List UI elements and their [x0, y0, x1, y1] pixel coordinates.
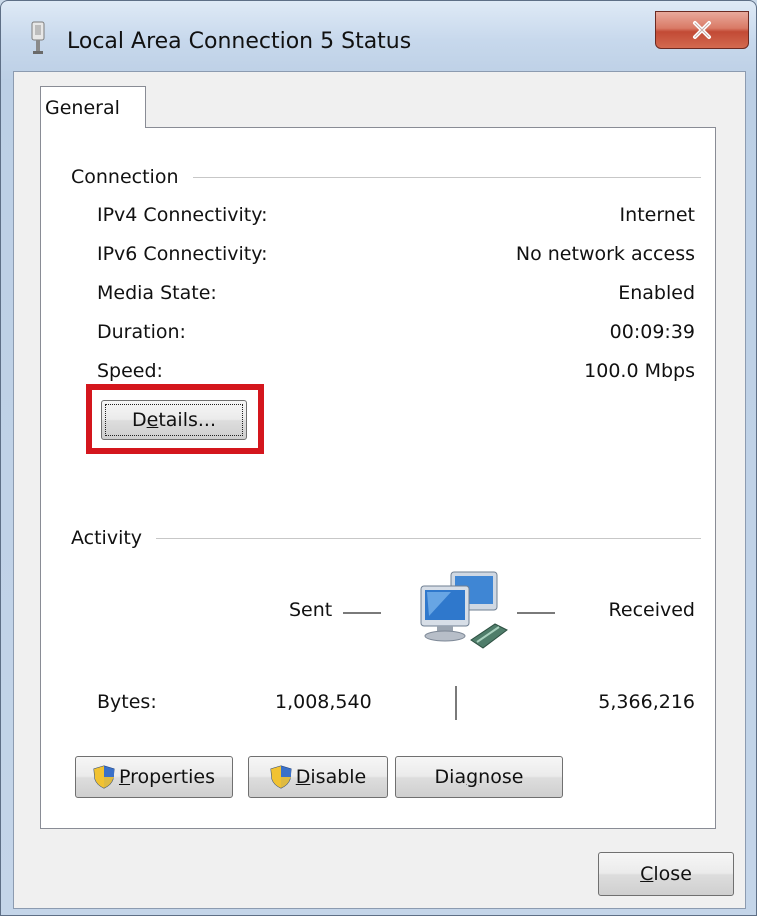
close-icon — [693, 21, 711, 39]
speed-value: 100.0 Mbps — [584, 360, 695, 382]
diagnose-button-label: Diagnose — [434, 766, 524, 788]
uac-shield-icon — [270, 765, 292, 789]
general-tab-panel: Connection IPv4 Connectivity: Internet I… — [40, 127, 716, 829]
bytes-sent-value: 1,008,540 — [275, 691, 372, 713]
received-connector-line — [517, 612, 555, 614]
title-close-button[interactable] — [655, 11, 749, 49]
sent-label: Sent — [289, 599, 333, 621]
uac-shield-icon — [93, 765, 115, 789]
activity-divider — [71, 538, 701, 539]
disable-button-label: Disable — [295, 766, 367, 788]
media-state-label: Media State: — [97, 282, 217, 304]
title-bar: Local Area Connection 5 Status — [1, 1, 756, 71]
bytes-label: Bytes: — [97, 691, 157, 713]
details-highlight-box — [86, 384, 264, 454]
window-title: Local Area Connection 5 Status — [67, 29, 412, 54]
diagnose-button[interactable]: Diagnose — [395, 756, 563, 798]
duration-value: 00:09:39 — [609, 321, 695, 343]
properties-button-label: Properties — [118, 766, 216, 788]
bytes-received-value: 5,366,216 — [598, 691, 695, 713]
ipv4-connectivity-value: Internet — [619, 204, 695, 226]
status-dialog: Local Area Connection 5 Status General C… — [0, 0, 757, 916]
speed-label: Speed: — [97, 360, 163, 382]
activity-group-label: Activity — [71, 527, 157, 549]
tab-general[interactable]: General — [40, 86, 146, 128]
connection-group-label: Connection — [71, 166, 193, 188]
ipv6-connectivity-value: No network access — [515, 243, 695, 265]
dialog-client-area: General Connection IPv4 Connectivity: In… — [13, 71, 746, 909]
media-state-value: Enabled — [618, 282, 695, 304]
ipv6-connectivity-label: IPv6 Connectivity: — [97, 243, 268, 265]
network-computers-icon — [420, 571, 508, 649]
activity-separator — [455, 686, 457, 720]
duration-label: Duration: — [97, 321, 186, 343]
close-button-label: Close — [640, 863, 692, 885]
close-button[interactable]: Close — [598, 852, 734, 896]
sent-connector-line — [343, 612, 381, 614]
disable-button[interactable]: Disable — [248, 756, 388, 798]
properties-button[interactable]: Properties — [75, 756, 233, 798]
received-label: Received — [608, 599, 695, 621]
network-adapter-icon — [31, 21, 45, 54]
ipv4-connectivity-label: IPv4 Connectivity: — [97, 204, 268, 226]
